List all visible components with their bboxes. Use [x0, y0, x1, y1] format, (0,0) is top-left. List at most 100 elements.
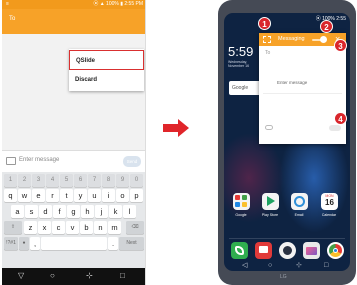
messaging-icon[interactable]	[255, 242, 272, 259]
status-bar: ⦿ 100% 2:55	[224, 13, 350, 22]
gallery-icon[interactable]	[303, 242, 320, 259]
letter-key[interactable]: u	[88, 189, 101, 202]
letter-key[interactable]: s	[25, 205, 38, 218]
letter-key[interactable]: m	[108, 221, 121, 234]
letter-key[interactable]: g	[67, 205, 80, 218]
letter-key[interactable]: a	[11, 205, 24, 218]
letter-key[interactable]: j	[95, 205, 108, 218]
number-key[interactable]: 5	[60, 174, 73, 187]
letter-key[interactable]: t	[60, 189, 73, 202]
date-text: Wednesday, November 16	[228, 60, 250, 68]
notification-icon: ≡	[6, 1, 9, 7]
number-key[interactable]: 2	[18, 174, 31, 187]
split-screen-icon[interactable]: ⊹	[86, 271, 93, 281]
next-key[interactable]: Next	[119, 237, 144, 250]
app-label: Email	[294, 213, 304, 217]
navigation-bar: ◁ ○ ⊹ □	[224, 261, 350, 271]
callout-badge-3: 3	[334, 39, 347, 52]
letter-key[interactable]: k	[109, 205, 122, 218]
divider	[263, 93, 342, 94]
calendar-date: 16	[325, 198, 334, 207]
play-store-icon[interactable]	[262, 193, 279, 210]
recent-apps-icon[interactable]: □	[120, 271, 125, 281]
callout-badge-1: 1	[258, 17, 271, 30]
phone-logo: LG	[280, 274, 287, 280]
number-key[interactable]: 1	[4, 174, 17, 187]
number-key[interactable]: 3	[32, 174, 45, 187]
letter-key[interactable]: r	[46, 189, 59, 202]
letter-key[interactable]: z	[24, 221, 37, 234]
period-key[interactable]: .	[108, 237, 118, 250]
attach-icon[interactable]	[6, 157, 16, 165]
number-key[interactable]: 9	[116, 174, 129, 187]
letter-key[interactable]: p	[130, 189, 143, 202]
letter-key[interactable]: l	[123, 205, 136, 218]
back-icon[interactable]: ▽	[18, 271, 24, 281]
recipient-field[interactable]: To	[265, 50, 270, 56]
left-phone-screenshot: ≡ ⦿ ▲ 100% ▮ 2:55 PM To QSlide Discard E…	[2, 0, 146, 285]
shift-key[interactable]: ⇧	[4, 221, 22, 234]
clock-widget: 5:59	[228, 44, 254, 59]
status-bar: ≡ ⦿ ▲ 100% ▮ 2:55 PM	[2, 0, 145, 9]
compose-bar: Enter message Send	[2, 150, 145, 172]
message-input[interactable]: Enter message	[19, 157, 59, 163]
letter-key[interactable]: f	[53, 205, 66, 218]
phone-icon[interactable]	[231, 242, 248, 259]
app-label: Calendar	[321, 213, 337, 217]
overflow-menu: QSlide Discard	[69, 49, 144, 91]
letter-key[interactable]: c	[52, 221, 65, 234]
number-key[interactable]: 4	[46, 174, 59, 187]
calendar-icon[interactable]: MON 16	[321, 193, 338, 210]
message-input[interactable]: Enter message	[277, 80, 307, 85]
qslide-window[interactable]: Messaging × To Enter message	[259, 33, 346, 144]
status-indicators: ⦿ ▲ 100% ▮ 2:55 PM	[93, 1, 143, 7]
letter-key[interactable]: b	[80, 221, 93, 234]
home-icon[interactable]: ○	[268, 261, 272, 271]
home-icon[interactable]: ○	[50, 271, 55, 281]
letter-key[interactable]: w	[18, 189, 31, 202]
expand-icon[interactable]	[263, 36, 271, 43]
comma-key[interactable]: ,	[30, 237, 40, 250]
message-area: QSlide Discard	[2, 34, 145, 169]
space-key[interactable]	[41, 237, 107, 250]
dock-divider	[229, 238, 345, 239]
letter-key[interactable]: x	[38, 221, 51, 234]
arrow-shaft	[163, 124, 179, 132]
slider-handle[interactable]	[320, 36, 327, 43]
letter-key[interactable]: n	[94, 221, 107, 234]
send-button[interactable]: Send	[123, 156, 141, 167]
letter-key[interactable]: o	[116, 189, 129, 202]
backspace-key[interactable]: ⌫	[126, 221, 144, 234]
app-label: Play Store	[261, 213, 279, 217]
letter-key[interactable]: i	[102, 189, 115, 202]
discard-menu-item[interactable]: Discard	[69, 70, 144, 90]
number-key[interactable]: 8	[102, 174, 115, 187]
arrow-head-icon	[178, 119, 189, 137]
letter-key[interactable]: v	[66, 221, 79, 234]
letter-key[interactable]: y	[74, 189, 87, 202]
attach-icon[interactable]	[265, 125, 273, 130]
back-icon[interactable]: ◁	[242, 261, 247, 271]
chrome-icon[interactable]	[327, 242, 344, 259]
send-button[interactable]	[329, 125, 341, 131]
number-key[interactable]: 7	[88, 174, 101, 187]
split-screen-icon[interactable]: ⊹	[296, 261, 302, 271]
google-folder-icon[interactable]	[233, 193, 250, 210]
letter-key[interactable]: e	[32, 189, 45, 202]
number-key[interactable]: 0	[130, 174, 143, 187]
recent-apps-icon[interactable]: □	[324, 261, 328, 271]
number-key[interactable]: 6	[74, 174, 87, 187]
tutorial-figure: ≡ ⦿ ▲ 100% ▮ 2:55 PM To QSlide Discard E…	[0, 0, 357, 285]
camera-icon[interactable]	[279, 242, 296, 259]
letter-key[interactable]: d	[39, 205, 52, 218]
right-phone-screen: ⦿ 100% 2:55 5:59 Wednesday, November 16 …	[224, 13, 350, 271]
navigation-bar: ▽ ○ ⊹ □	[2, 268, 145, 285]
recipient-field[interactable]: To	[9, 16, 15, 22]
email-icon[interactable]	[291, 193, 308, 210]
letter-key[interactable]: h	[81, 205, 94, 218]
symbols-key[interactable]: !?#1	[4, 237, 18, 250]
letter-key[interactable]: q	[4, 189, 17, 202]
qslide-menu-item[interactable]: QSlide	[69, 50, 144, 70]
app-label: Google	[235, 213, 247, 217]
mic-key[interactable]: ●	[19, 237, 29, 250]
